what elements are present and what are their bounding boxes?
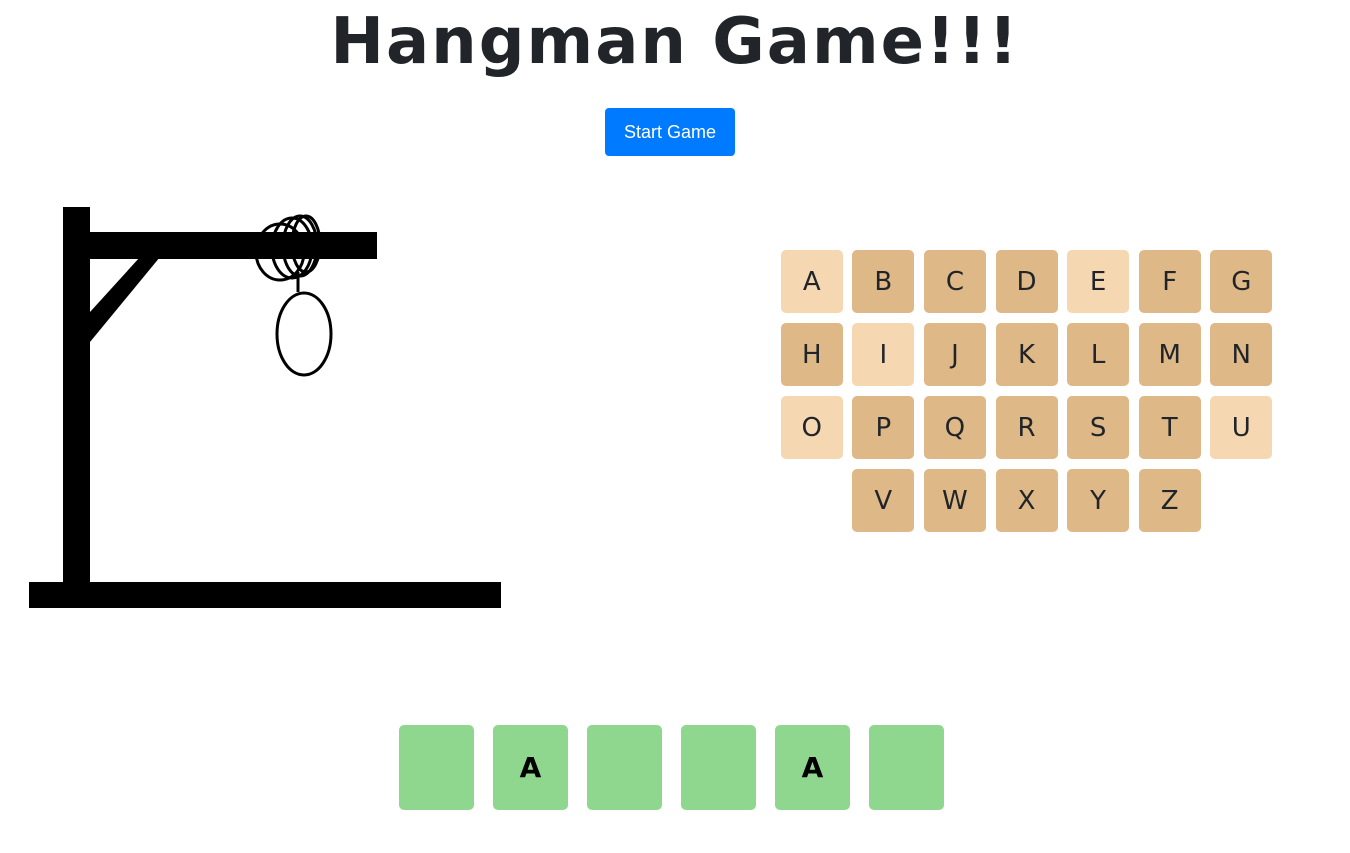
letter-keyboard: ABCDEFG HIJKLMN OPQRSTU VWXYZ xyxy=(745,250,1308,532)
letter-key-x[interactable]: X xyxy=(995,469,1058,532)
letter-key-n[interactable]: N xyxy=(1210,323,1273,386)
letter-key-o[interactable]: O xyxy=(780,396,843,459)
letter-key-a[interactable]: A xyxy=(780,250,843,313)
word-letter-slot xyxy=(681,725,756,810)
letter-key-d[interactable]: D xyxy=(995,250,1058,313)
gallows-base xyxy=(29,582,501,608)
letter-key-b[interactable]: B xyxy=(852,250,915,313)
word-letter-slot xyxy=(399,725,474,810)
word-letter-slot xyxy=(587,725,662,810)
letter-key-i[interactable]: I xyxy=(852,323,915,386)
letter-key-g[interactable]: G xyxy=(1210,250,1273,313)
letter-key-e[interactable]: E xyxy=(1067,250,1130,313)
letter-key-v[interactable]: V xyxy=(852,469,915,532)
word-letter-slot xyxy=(869,725,944,810)
word-letter-slot: A xyxy=(775,725,850,810)
letter-key-f[interactable]: F xyxy=(1138,250,1201,313)
hangman-drawing xyxy=(29,207,501,608)
letter-key-r[interactable]: R xyxy=(995,396,1058,459)
letter-key-z[interactable]: Z xyxy=(1138,469,1201,532)
letter-key-y[interactable]: Y xyxy=(1067,469,1130,532)
letter-key-s[interactable]: S xyxy=(1067,396,1130,459)
game-page: Hangman Game!!! Start Game ABCDEFGHIJKLM… xyxy=(0,0,1350,853)
letter-key-u[interactable]: U xyxy=(1210,396,1273,459)
letter-key-c[interactable]: C xyxy=(923,250,986,313)
start-game-button[interactable]: Start Game xyxy=(605,108,735,156)
letter-key-k[interactable]: K xyxy=(995,323,1058,386)
letter-key-w[interactable]: W xyxy=(923,469,986,532)
page-title: Hangman Game!!! xyxy=(330,5,1020,79)
letter-key-q[interactable]: Q xyxy=(923,396,986,459)
letter-key-p[interactable]: P xyxy=(852,396,915,459)
gallows-beam xyxy=(63,232,377,259)
gallows-post xyxy=(63,207,90,584)
letter-key-h[interactable]: H xyxy=(780,323,843,386)
hangman-head xyxy=(275,291,333,377)
word-letter-slot: A xyxy=(493,725,568,810)
letter-key-m[interactable]: M xyxy=(1138,323,1201,386)
letter-key-j[interactable]: J xyxy=(923,323,986,386)
word-display: AA xyxy=(399,725,944,810)
letter-key-l[interactable]: L xyxy=(1067,323,1130,386)
gallows-brace xyxy=(90,257,160,342)
letter-key-t[interactable]: T xyxy=(1138,396,1201,459)
